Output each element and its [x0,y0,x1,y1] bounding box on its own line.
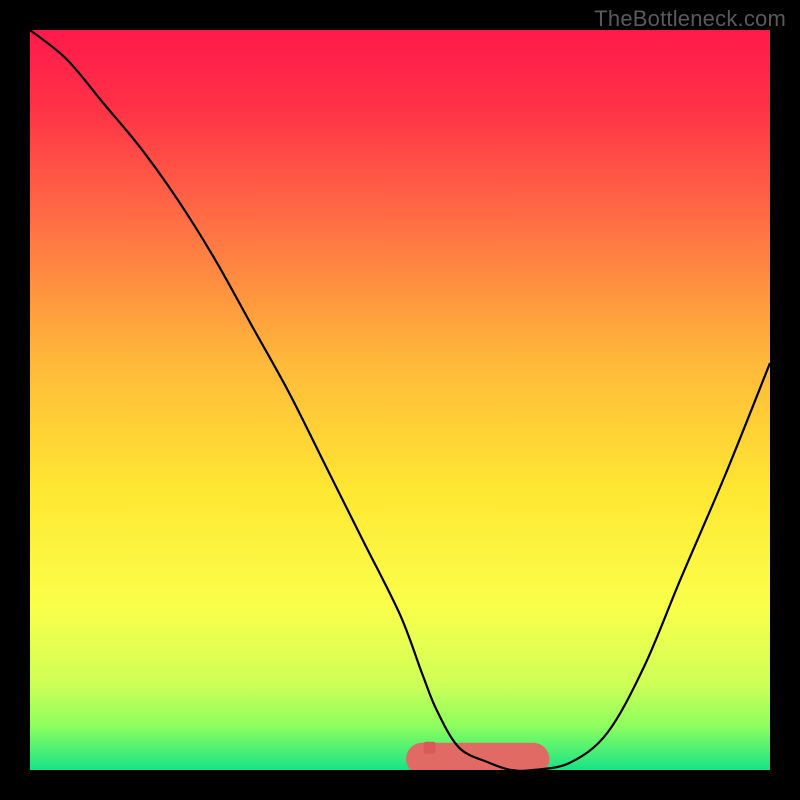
optimal-marker [424,742,436,754]
chart-frame: TheBottleneck.com [0,0,800,800]
watermark-text: TheBottleneck.com [594,6,786,32]
gradient-background [30,30,770,770]
plot-svg [30,30,770,770]
plot-area [30,30,770,770]
markers-group [424,742,436,754]
